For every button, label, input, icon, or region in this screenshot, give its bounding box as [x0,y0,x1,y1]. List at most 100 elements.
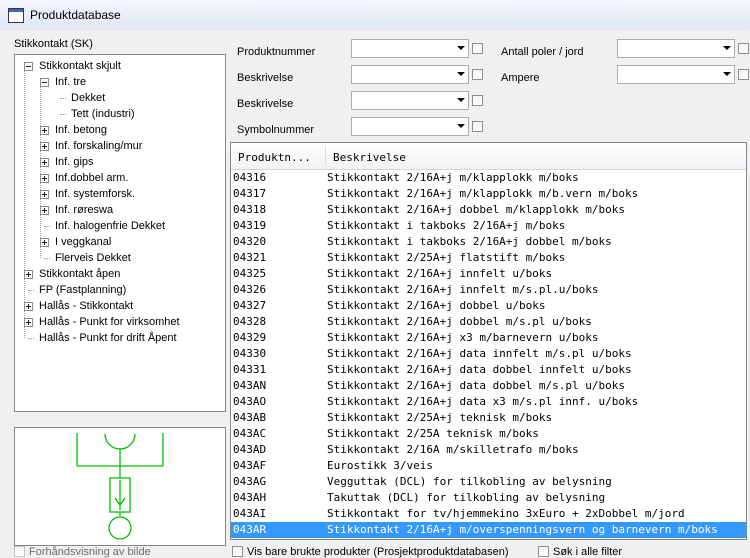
table-row[interactable]: 043AG Vegguttak (DCL) for tilkobling av b… [231,474,746,490]
app-window-icon [8,8,24,23]
table-row[interactable]: 043AD Stikkontakt 2/16A m/skilletrafo m/b… [231,442,746,458]
tree-node[interactable]: Inf. tre [55,74,86,90]
filter-ampere-combo[interactable] [617,65,735,84]
filter-symbol-number-checkbox[interactable] [472,121,483,132]
expand-icon[interactable] [40,142,49,151]
tree-connector [28,290,34,291]
tree-node[interactable]: Inf. betong [55,122,107,138]
tree-node[interactable]: FP (Fastplanning) [39,282,126,298]
product-number-cell: 04327 [233,299,267,312]
filter-symbol-number-combo[interactable] [351,117,469,136]
chevron-down-icon [723,72,731,76]
table-row[interactable]: 04329 Stikkontakt 2/16A+j x3 m/barnevern … [231,330,746,346]
tree-node[interactable]: Inf. systemforsk. [55,186,135,202]
only-used-row[interactable]: Vis bare brukte produkter (Prosjektprodu… [232,546,509,558]
description-cell: Stikkontakt 2/16A+j data x3 m/s.pl innf.… [327,395,639,408]
expand-icon[interactable] [40,158,49,167]
product-number-cell: 043AD [233,443,267,456]
filter-product-number-combo[interactable] [351,39,469,58]
tree-connector [24,66,25,338]
table-row[interactable]: 04331 Stikkontakt 2/16A+j data dobbel inn… [231,362,746,378]
tree-node[interactable]: I veggkanal [55,234,111,250]
chevron-down-icon [723,46,731,50]
table-row[interactable]: 04325 Stikkontakt 2/16A+j innfelt u/boks [231,266,746,282]
tree-node[interactable]: Flerveis Dekket [55,250,131,266]
filter-description2-checkbox[interactable] [472,95,483,106]
expand-icon[interactable] [40,206,49,215]
collapse-icon[interactable] [24,62,33,71]
category-tree[interactable]: Stikkontakt skjult Inf. tre Dekket Tett (in… [14,54,226,412]
filter-ampere-checkbox[interactable] [738,69,749,80]
table-row[interactable]: 043AH Takuttak (DCL) for tilkobling av be… [231,490,746,506]
product-number-cell: 04325 [233,267,267,280]
tree-connector [28,338,34,339]
product-number-cell: 043AN [233,379,267,392]
table-row[interactable]: 04318 Stikkontakt 2/16A+j dobbel m/klappl… [231,202,746,218]
only-used-checkbox[interactable] [232,546,243,557]
tree-node[interactable]: Inf. forskaling/mur [55,138,142,154]
tree-connector [44,258,50,259]
table-row[interactable]: 04320 Stikkontakt i takboks 2/16A+j dobbe… [231,234,746,250]
table-row[interactable]: 043AN Stikkontakt 2/16A+j data dobbel m/s… [231,378,746,394]
tree-node[interactable]: Inf. gips [55,154,94,170]
filter-description2-combo[interactable] [351,91,469,110]
preview-checkbox[interactable] [14,546,25,557]
tree-node[interactable]: Hallås - Stikkontakt [39,298,133,314]
table-row[interactable]: 04326 Stikkontakt 2/16A+j innfelt m/s.pl.… [231,282,746,298]
table-row[interactable]: 04319 Stikkontakt i takboks 2/16A+j m/bok… [231,218,746,234]
table-row[interactable]: 043AB Stikkontakt 2/25A+j teknisk m/boks [231,410,746,426]
table-row[interactable]: 043AR Stikkontakt 2/16A+j m/overspennings… [231,522,746,538]
column-divider[interactable] [325,146,326,166]
expand-icon[interactable] [24,318,33,327]
filter-description-checkbox[interactable] [472,69,483,80]
search-all-row[interactable]: Søk i alle filter [538,546,622,558]
description-cell: Stikkontakt 2/16A+j data dobbel m/s.pl u… [327,379,626,392]
product-number-cell: 043AO [233,395,267,408]
table-row[interactable]: 04316 Stikkontakt 2/16A+j m/klapplokk m/b… [231,170,746,186]
column-header-description[interactable]: Beskrivelse [333,151,406,164]
tree-node[interactable]: Hallås - Punkt for virksomhet [39,314,180,330]
search-all-label: Søk i alle filter [553,546,623,558]
expand-icon[interactable] [40,190,49,199]
filter-description-combo[interactable] [351,65,469,84]
table-row[interactable]: 043AC Stikkontakt 2/25A teknisk m/boks [231,426,746,442]
filter-product-number-checkbox[interactable] [472,43,483,54]
column-header-product-number[interactable]: Produktn... [238,151,311,164]
expand-icon[interactable] [24,270,33,279]
tree-node[interactable]: Hallås - Punkt for drift Åpent [39,330,177,346]
tree-connector [40,82,41,258]
table-row[interactable]: 043AI Stikkontakt for tv/hjemmekino 3xEur… [231,506,746,522]
product-number-cell: 04326 [233,283,267,296]
product-number-cell: 04316 [233,171,267,184]
filter-poles-checkbox[interactable] [738,43,749,54]
description-cell: Stikkontakt 2/16A+j x3 m/barnevern u/bok… [327,331,599,344]
tree-node[interactable]: Stikkontakt åpen [39,266,120,282]
description-cell: Eurostikk 3/veis [327,459,433,472]
table-row[interactable]: 04328 Stikkontakt 2/16A+j dobbel m/s.pl u… [231,314,746,330]
search-all-checkbox[interactable] [538,546,549,557]
table-row[interactable]: 04321 Stikkontakt 2/25A+j flatstift m/bok… [231,250,746,266]
table-row[interactable]: 04317 Stikkontakt 2/16A+j m/klapplokk m/b… [231,186,746,202]
tree-node[interactable]: Inf. halogenfrie Dekket [55,218,165,234]
expand-icon[interactable] [40,126,49,135]
table-row[interactable]: 043AF Eurostikk 3/veis [231,458,746,474]
tree-node[interactable]: Dekket [71,90,105,106]
preview-checkbox-row[interactable]: Forhåndsvisning av bilde [14,546,151,558]
tree-node[interactable]: Inf. røreswa [55,202,113,218]
tree-node[interactable]: Tett (industri) [71,106,135,122]
collapse-icon[interactable] [40,78,49,87]
filter-ampere-label: Ampere [501,72,540,84]
table-row[interactable]: 043AO Stikkontakt 2/16A+j data x3 m/s.pl … [231,394,746,410]
product-list[interactable]: Produktn... Beskrivelse 04316 Stikkontakt… [230,142,747,540]
list-header: Produktn... Beskrivelse [231,143,746,170]
expand-icon[interactable] [40,238,49,247]
table-row[interactable]: 04327 Stikkontakt 2/16A+j dobbel u/boks [231,298,746,314]
chevron-down-icon [457,124,465,128]
table-row[interactable]: 04330 Stikkontakt 2/16A+j data innfelt m/… [231,346,746,362]
expand-icon[interactable] [24,302,33,311]
chevron-down-icon [457,72,465,76]
filter-poles-combo[interactable] [617,39,735,58]
tree-node[interactable]: Stikkontakt skjult [39,58,121,74]
expand-icon[interactable] [40,174,49,183]
tree-node[interactable]: Inf.dobbel arm. [55,170,128,186]
